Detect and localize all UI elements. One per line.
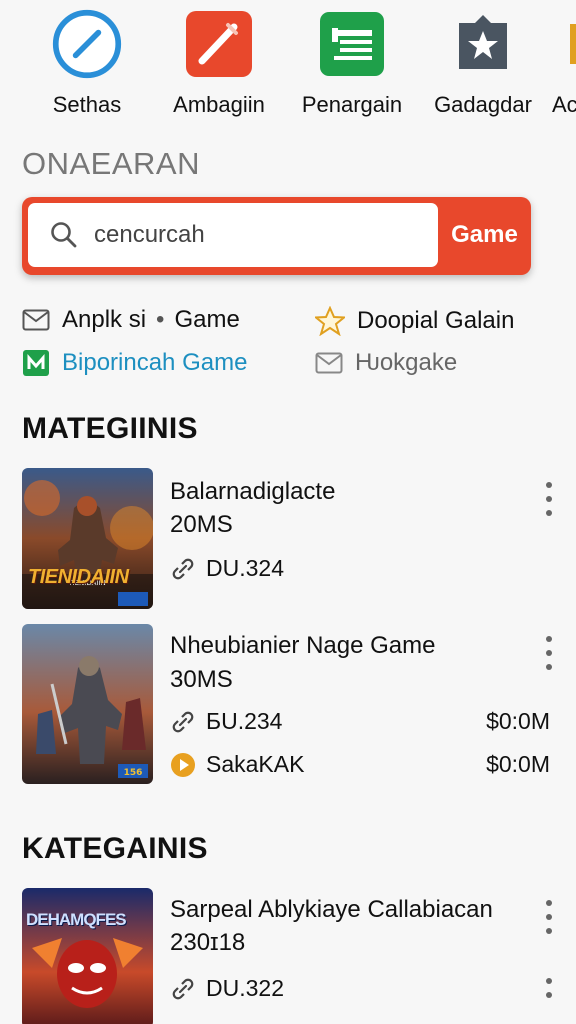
more-options-icon[interactable] bbox=[546, 482, 554, 524]
item-stat-value: DU.324 bbox=[206, 555, 284, 581]
filter-hokgake[interactable]: Ƕokgake bbox=[315, 349, 457, 377]
app-shortcut-ambagiin[interactable]: Ambagiin bbox=[154, 8, 284, 118]
publisher-name: SakaKAK bbox=[206, 751, 305, 777]
link-icon bbox=[172, 978, 194, 999]
item-size: 230ɪ18 bbox=[170, 929, 246, 956]
item-price: $0:0M bbox=[486, 708, 550, 734]
search-input-value: cencurcah bbox=[94, 221, 205, 248]
item-price: $0:0M bbox=[486, 751, 550, 777]
search-bar: cencurcah Game bbox=[22, 197, 531, 275]
item-size: 30MS bbox=[170, 666, 233, 693]
filter-label: Ƕokgake bbox=[355, 349, 458, 376]
list-item[interactable]: DEHAMQFES Sarpeal Ablykiaye Callabiacan … bbox=[22, 888, 562, 1024]
svg-text:156: 156 bbox=[124, 768, 143, 778]
list-item[interactable]: 156 Nheubianier Nage Game 30MS БU.234 $0… bbox=[22, 624, 562, 789]
app-shortcut-gadagdar[interactable]: Gadagdar bbox=[418, 8, 548, 118]
link-icon bbox=[172, 558, 194, 579]
item-stat-value: DU.322 bbox=[206, 975, 284, 1001]
app-shortcut-sethas[interactable]: Sethas bbox=[22, 8, 152, 118]
more-options-icon[interactable] bbox=[546, 978, 554, 1006]
search-input[interactable]: cencurcah bbox=[28, 203, 438, 267]
filter-anplk-game[interactable]: Anplk si • Game bbox=[22, 306, 240, 334]
app-label: Ac bbox=[552, 92, 576, 117]
mail-icon bbox=[315, 352, 343, 374]
thumbnail-title: TIENIDAIIN bbox=[28, 566, 129, 588]
play-circle-icon bbox=[171, 752, 195, 777]
filter-label: Game bbox=[174, 306, 240, 333]
app-label: Gadagdar bbox=[434, 92, 532, 117]
game-thumbnail: 156 bbox=[22, 624, 153, 784]
item-stat: DU.322 bbox=[170, 975, 284, 1002]
separator-dot: • bbox=[156, 306, 165, 333]
more-options-icon[interactable] bbox=[546, 900, 554, 942]
item-title: Balarnadiglacte bbox=[170, 478, 336, 505]
section-heading-kategainis: KATEGAINIS bbox=[22, 832, 208, 865]
app-label: Sethas bbox=[52, 92, 122, 117]
filter-label: Anplk si bbox=[62, 306, 147, 333]
item-size: 20MS bbox=[170, 511, 233, 538]
thumbnail-title: DEHAMQFES bbox=[26, 910, 127, 929]
item-title: Sarpeal Ablykiaye Callabiacan bbox=[170, 896, 493, 923]
app-label: Ambagiin bbox=[173, 92, 265, 117]
section-heading-mategiinis: MATEGIINIS bbox=[22, 412, 198, 445]
item-publisher: SakaKAK bbox=[170, 751, 304, 778]
app-shortcuts: Sethas Ambagiin Penargain Gadagdar Ac bbox=[0, 0, 576, 135]
slash-circle-icon bbox=[51, 8, 123, 80]
item-stat: БU.234 bbox=[170, 708, 282, 735]
star-badge-icon bbox=[447, 8, 519, 80]
mail-icon bbox=[22, 309, 50, 331]
app-shortcut-partial[interactable]: Ac bbox=[540, 8, 576, 118]
filter-label: Biporincah Game bbox=[62, 349, 248, 376]
star-icon bbox=[315, 306, 345, 336]
search-icon bbox=[51, 222, 77, 248]
check-box-icon bbox=[23, 350, 49, 376]
item-title: Nheubianier Nage Game bbox=[170, 632, 436, 659]
more-options-icon[interactable] bbox=[546, 636, 554, 678]
pencil-icon bbox=[183, 8, 255, 80]
section-caption: ONAEARAN bbox=[22, 146, 200, 181]
search-game-button[interactable]: Game bbox=[438, 203, 531, 267]
app-label: Penargain bbox=[301, 92, 403, 117]
filter-label: Doopial Galain bbox=[357, 307, 515, 334]
filter-doopial-galain[interactable]: Doopial Galain bbox=[315, 306, 514, 336]
game-thumbnail: TIENIDAIIN TIENIDAIIN bbox=[22, 468, 153, 609]
app-shortcut-penargain[interactable]: Penargain bbox=[287, 8, 417, 118]
link-icon bbox=[172, 711, 194, 732]
item-stat: DU.324 bbox=[170, 555, 284, 582]
document-list-icon bbox=[316, 8, 388, 80]
list-item[interactable]: TIENIDAIIN TIENIDAIIN Balarnadiglacte 20… bbox=[22, 468, 562, 613]
partial-app-icon bbox=[540, 8, 576, 80]
item-stat-value: БU.234 bbox=[206, 708, 283, 734]
game-thumbnail: DEHAMQFES bbox=[22, 888, 153, 1024]
filter-biporincah-game[interactable]: Biporincah Game bbox=[22, 349, 247, 377]
